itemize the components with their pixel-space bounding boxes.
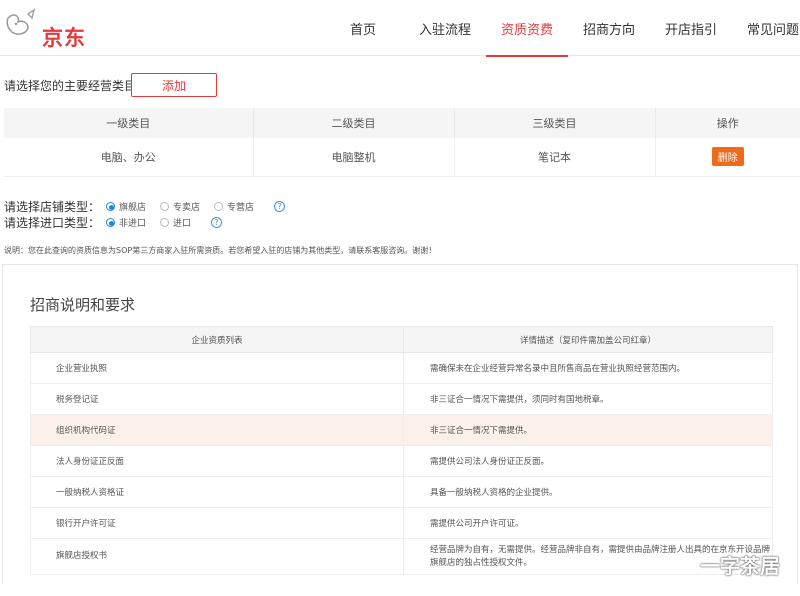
import-type-label: 请选择进口类型： bbox=[4, 215, 101, 230]
watermark-text: 一字茶居 bbox=[700, 554, 780, 578]
qual-desc: 需确保未在企业经营异常名录中且所售商品在营业执照经营范围内。 bbox=[403, 352, 773, 384]
table-row: 一般纳税人资格证 具备一般纳税人资格的企业提供。 bbox=[30, 476, 773, 508]
nav-home[interactable]: 首页 bbox=[322, 0, 404, 56]
radio-import[interactable] bbox=[160, 217, 170, 227]
table-header-row: 企业资质列表 详情描述（复印件需加盖公司红章） bbox=[30, 326, 773, 353]
nav-process[interactable]: 入驻流程 bbox=[404, 0, 486, 56]
top-header: 京东 首页 入驻流程 资质资费 招商方向 开店指引 常见问题 bbox=[0, 0, 800, 57]
cell-level3: 笔记本 bbox=[453, 138, 655, 177]
qual-name: 组织机构代码证 bbox=[30, 414, 404, 446]
watermark: 一字茶居 bbox=[670, 550, 780, 579]
table-header-row: 一级类目 二级类目 三级类目 操作 bbox=[4, 108, 800, 138]
category-table: 一级类目 二级类目 三级类目 操作 电脑、办公 电脑整机 笔记本 删除 bbox=[4, 108, 800, 177]
option-specialty: 专营店 bbox=[227, 202, 255, 213]
option-flagship: 旗舰店 bbox=[119, 202, 147, 213]
store-type-row: 请选择店铺类型： 旗舰店 专卖店 专营店 ? bbox=[4, 198, 286, 214]
store-type-label: 请选择店铺类型： bbox=[4, 199, 101, 214]
help-icon[interactable]: ? bbox=[211, 216, 223, 228]
option-non-import: 非进口 bbox=[119, 218, 147, 229]
table-row: 企业营业执照 需确保未在企业经营异常名录中且所售商品在营业执照经营范围内。 bbox=[30, 352, 773, 384]
qual-desc: 具备一般纳税人资格的企业提供。 bbox=[403, 476, 773, 508]
table-row: 税务登记证 非三证合一情况下需提供，须同时有国地税章。 bbox=[30, 383, 773, 415]
import-type-row: 请选择进口类型： 非进口 进口 ? bbox=[4, 214, 223, 230]
table-row: 组织机构代码证 非三证合一情况下需提供。 bbox=[30, 414, 773, 446]
qual-desc: 非三证合一情况下需提供，须同时有国地税章。 bbox=[403, 383, 773, 415]
option-exclusive: 专卖店 bbox=[173, 202, 201, 213]
jd-dog-icon bbox=[6, 8, 36, 35]
add-category-button[interactable]: 添加 bbox=[131, 73, 217, 97]
col-level1: 一级类目 bbox=[4, 108, 253, 138]
radio-non-import[interactable] bbox=[106, 217, 116, 227]
qual-desc: 需提供公司开户许可证。 bbox=[403, 507, 773, 539]
category-row: 请选择您的主要经营类目： bbox=[4, 74, 148, 96]
nav-qualification[interactable]: 资质资费 bbox=[486, 0, 568, 57]
note-text: 说明：您在此查询的资质信息为SOP第三方商家入驻所需资质。若您希望入驻的店铺为其… bbox=[4, 246, 437, 255]
help-icon[interactable]: ? bbox=[274, 200, 286, 212]
radio-exclusive[interactable] bbox=[160, 201, 170, 211]
radio-flagship[interactable] bbox=[106, 201, 116, 211]
table-row: 银行开户许可证 需提供公司开户许可证。 bbox=[30, 507, 773, 539]
delete-button[interactable]: 删除 bbox=[711, 147, 744, 167]
main-nav: 首页 入驻流程 资质资费 招商方向 开店指引 常见问题 bbox=[322, 0, 800, 57]
qual-desc: 非三证合一情况下需提供。 bbox=[403, 414, 773, 446]
requirements-title: 招商说明和要求 bbox=[30, 296, 136, 314]
qual-name: 税务登记证 bbox=[30, 383, 404, 415]
nav-guide[interactable]: 开店指引 bbox=[650, 0, 732, 56]
wechat-icon bbox=[671, 556, 695, 573]
option-import: 进口 bbox=[173, 218, 192, 229]
nav-faq[interactable]: 常见问题 bbox=[732, 0, 800, 56]
jd-logo[interactable]: 京东 bbox=[4, 8, 104, 50]
col-action: 操作 bbox=[654, 108, 800, 138]
table-row: 法人身份证正反面 需提供公司法人身份证正反面。 bbox=[30, 445, 773, 477]
qual-name: 法人身份证正反面 bbox=[30, 445, 404, 477]
radio-specialty[interactable] bbox=[214, 201, 224, 211]
qual-name: 旗舰店授权书 bbox=[30, 538, 404, 575]
cell-level2: 电脑整机 bbox=[252, 138, 454, 177]
logo-text: 京东 bbox=[42, 26, 86, 50]
qual-name: 企业营业执照 bbox=[30, 352, 404, 384]
nav-direction[interactable]: 招商方向 bbox=[568, 0, 650, 56]
cell-level1: 电脑、办公 bbox=[4, 138, 253, 177]
category-prompt: 请选择您的主要经营类目： bbox=[4, 78, 149, 93]
qual-desc: 需提供公司法人身份证正反面。 bbox=[403, 445, 773, 477]
qual-name: 一般纳税人资格证 bbox=[30, 476, 404, 508]
col-level3: 三级类目 bbox=[453, 108, 655, 138]
cell-action: 删除 bbox=[654, 138, 800, 177]
col-qualification: 企业资质列表 bbox=[30, 326, 404, 353]
requirements-table: 企业资质列表 详情描述（复印件需加盖公司红章） 企业营业执照 需确保未在企业经营… bbox=[30, 326, 773, 575]
table-row: 电脑、办公 电脑整机 笔记本 删除 bbox=[4, 138, 800, 177]
col-description: 详情描述（复印件需加盖公司红章） bbox=[403, 326, 773, 353]
qual-name: 银行开户许可证 bbox=[30, 507, 404, 539]
table-row: 旗舰店授权书 经营品牌为自有，无需提供。经营品牌非自有，需提供由品牌注册人出具的… bbox=[30, 538, 773, 575]
col-level2: 二级类目 bbox=[252, 108, 454, 138]
